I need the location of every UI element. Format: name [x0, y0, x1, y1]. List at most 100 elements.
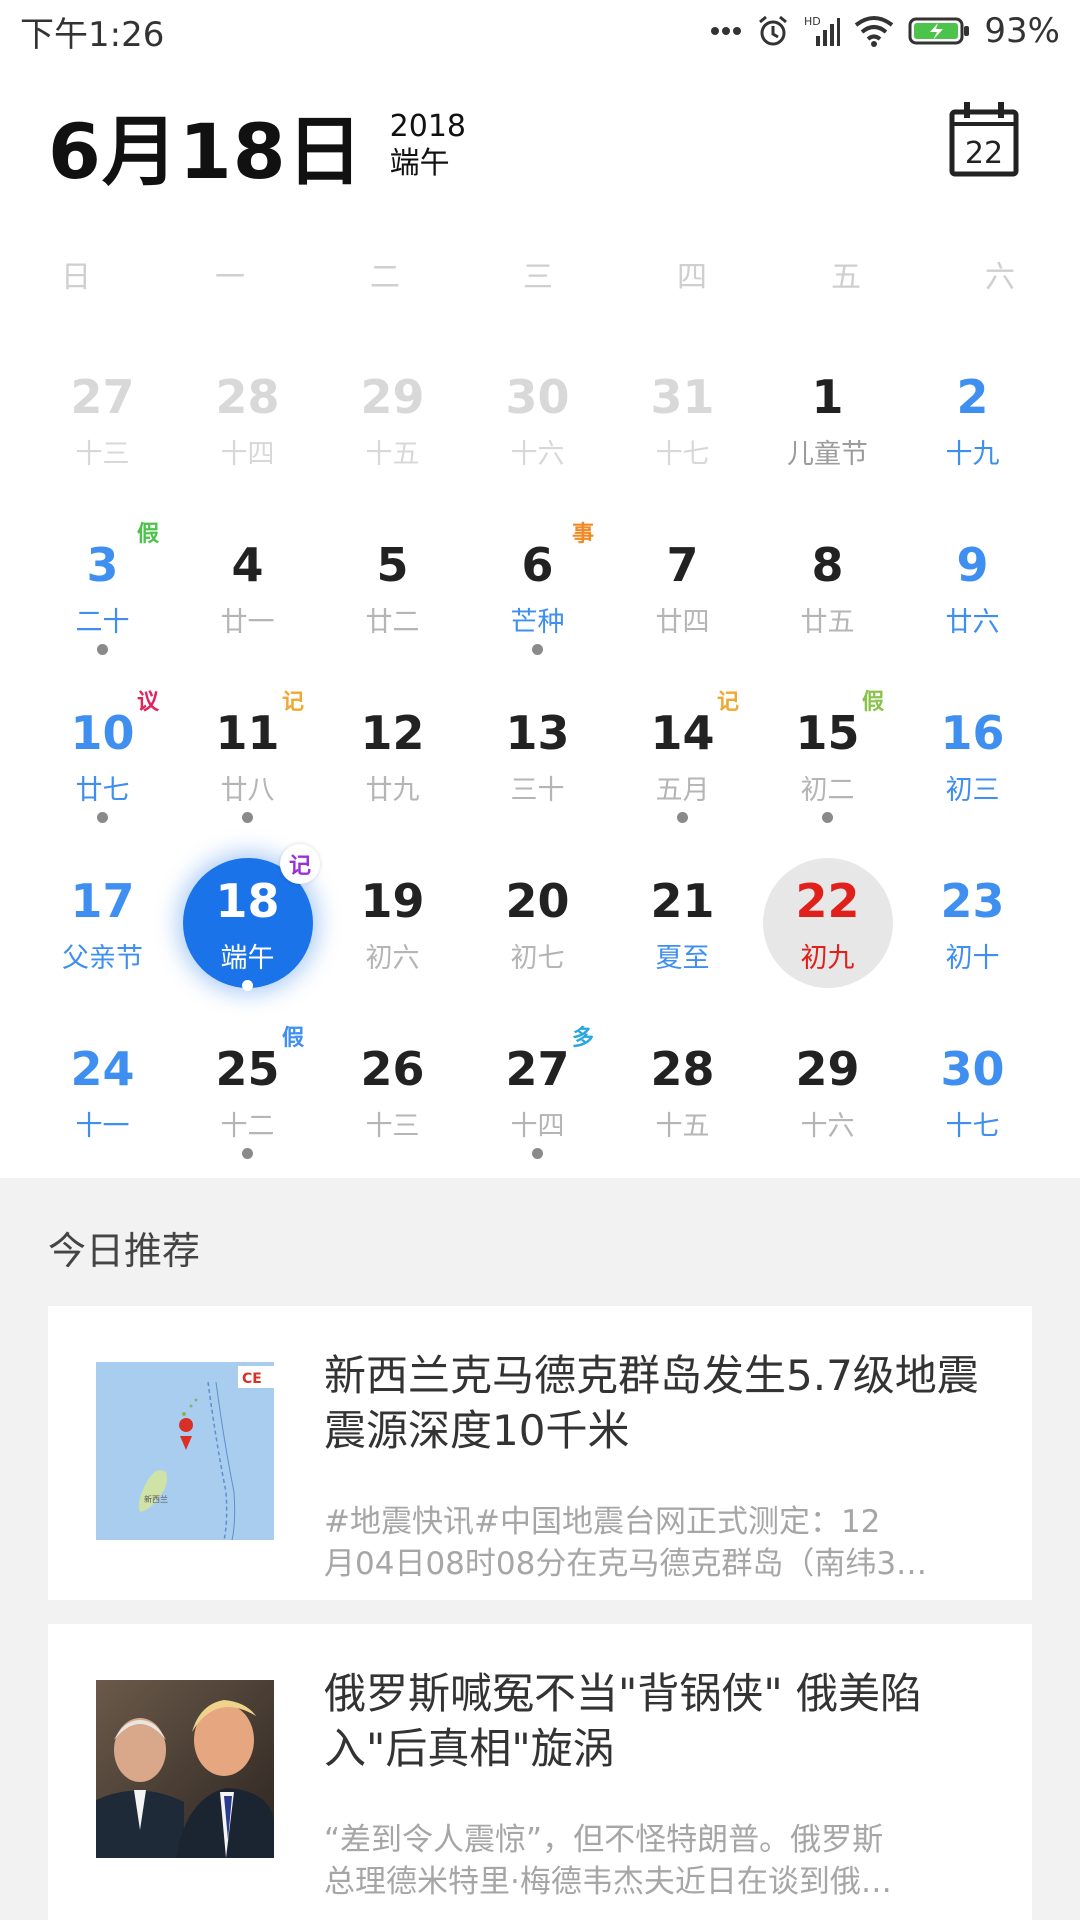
day-lunar-label: 廿八 [220, 775, 275, 806]
calendar-day-cell[interactable]: 18 端午记 [175, 834, 320, 1002]
day-lunar-label: 十四 [220, 439, 275, 470]
calendar-day-cell[interactable]: 7 廿四 [610, 498, 755, 666]
day-number: 20 [505, 874, 570, 928]
calendar-day-cell[interactable]: 27 十四多 [465, 1002, 610, 1170]
day-number: 13 [505, 706, 570, 760]
calendar-day-cell[interactable]: 13 三十 [465, 666, 610, 834]
day-number: 26 [360, 1042, 425, 1096]
calendar-day-cell[interactable]: 30 十七 [900, 1002, 1045, 1170]
day-event-badge: 假 [861, 690, 884, 715]
go-to-today-button[interactable]: 22 [948, 98, 1022, 180]
calendar-day-cell[interactable]: 23 初十 [900, 834, 1045, 1002]
day-lunar-label: 十一 [75, 1111, 130, 1142]
more-dots-icon [710, 11, 742, 51]
calendar-day-cell[interactable]: 1 儿童节 [755, 330, 900, 498]
date-header: 6月18日 2018 端午 22 [48, 90, 1032, 200]
day-event-badge: 假 [281, 1026, 304, 1051]
news-title: 新西兰克马德克群岛发生5.7级地震 震源深度10千米 [324, 1351, 979, 1456]
calendar-day-cell[interactable]: 2 十九 [900, 330, 1045, 498]
calendar-day-cell[interactable]: 11 廿八记 [175, 666, 320, 834]
day-number: 19 [360, 874, 425, 928]
calendar-day-cell[interactable]: 5 廿二 [320, 498, 465, 666]
today-button-day: 22 [965, 136, 1003, 171]
day-number: 21 [650, 874, 715, 928]
calendar-day-cell[interactable]: 24 十一 [30, 1002, 175, 1170]
recommend-title: 今日推荐 [48, 1229, 201, 1273]
day-number: 9 [956, 538, 989, 592]
news-summary-line: 总理德米特里·梅德韦杰夫近日在谈到俄… [324, 1863, 892, 1900]
day-lunar-label: 初九 [800, 943, 855, 974]
calendar-day-cell[interactable]: 29 十六 [755, 1002, 900, 1170]
day-number: 29 [360, 370, 425, 424]
calendar-day-cell[interactable]: 4 廿一 [175, 498, 320, 666]
calendar-day-cell[interactable]: 6 芒种事 [465, 498, 610, 666]
weekday-label: 三 [523, 260, 553, 295]
calendar-day-cell[interactable]: 28 十五 [610, 1002, 755, 1170]
day-lunar-label: 十二 [220, 1111, 275, 1142]
calendar-day-cell[interactable]: 14 五月记 [610, 666, 755, 834]
day-number: 5 [376, 538, 409, 592]
calendar-day-cell[interactable]: 28 十四 [175, 330, 320, 498]
calendar-day-cell[interactable]: 22 初九 [755, 834, 900, 1002]
calendar-day-cell[interactable]: 30 十六 [465, 330, 610, 498]
day-lunar-label: 十三 [75, 439, 130, 470]
battery-charging-icon [908, 11, 970, 51]
day-lunar-label: 夏至 [655, 943, 710, 974]
calendar-day-cell[interactable]: 15 初二假 [755, 666, 900, 834]
calendar-day-cell[interactable]: 25 十二假 [175, 1002, 320, 1170]
calendar-day-cell[interactable]: 17 父亲节 [30, 834, 175, 1002]
calendar-day-cell[interactable]: 21 夏至 [610, 834, 755, 1002]
weekday-label: 四 [677, 260, 707, 295]
day-number: 28 [215, 370, 280, 424]
calendar-app: 下午1:26 HD 93% 6月18日 2018 端午 22 日 一 二 三 四… [0, 0, 1080, 1920]
calendar-day-cell[interactable]: 9 廿六 [900, 498, 1045, 666]
day-number: 2 [956, 370, 989, 424]
day-number: 4 [231, 538, 264, 592]
thumb-map-caption: 新西兰 [144, 1494, 168, 1504]
day-lunar-label: 初六 [365, 943, 420, 974]
year-festival-block: 2018 端午 [390, 108, 466, 183]
event-dot-indicator [97, 812, 108, 823]
battery-percentage: 93% [984, 11, 1060, 51]
calendar-day-cell[interactable]: 12 廿九 [320, 666, 465, 834]
day-lunar-label: 十七 [655, 439, 710, 470]
day-lunar-label: 廿四 [655, 607, 710, 638]
weekday-label: 二 [370, 260, 400, 295]
calendar-day-cell[interactable]: 26 十三 [320, 1002, 465, 1170]
day-lunar-label: 廿五 [800, 607, 855, 638]
calendar-day-cell[interactable]: 3 二十假 [30, 498, 175, 666]
calendar-day-cell[interactable]: 10 廿七议 [30, 666, 175, 834]
calendar-day-cell[interactable]: 8 廿五 [755, 498, 900, 666]
weekday-label: 一 [215, 260, 245, 295]
year-label: 2018 [389, 108, 467, 144]
calendar-day-cell[interactable]: 20 初七 [465, 834, 610, 1002]
day-number: 31 [650, 370, 715, 424]
day-lunar-label: 初十 [945, 943, 1000, 974]
calendar-day-cell[interactable]: 27 十三 [30, 330, 175, 498]
weekday-label: 六 [985, 260, 1015, 295]
day-number: 16 [940, 706, 1005, 760]
calendar-day-cell[interactable]: 31 十七 [610, 330, 755, 498]
news-title: 俄罗斯喊冤不当"背锅侠" 俄美陷入"后真相"旋涡 [324, 1669, 922, 1774]
event-dot-indicator [242, 1148, 253, 1159]
weekday-header-row: 日一二三四五六 [0, 252, 1080, 302]
calendar-grid: 27 十三 28 十四 29 十五 30 十六 31 十七 1 儿童节 2 十九 3 二十假 4 廿一 5 廿二 6 芒种… [0, 330, 1080, 1170]
calendar-day-cell[interactable]: 16 初三 [900, 666, 1045, 834]
day-number: 7 [666, 538, 699, 592]
weekday-label: 五 [831, 260, 861, 295]
news-summary: #地震快讯#中国地震台网正式测定：12 月04日08时08分在克马德克群岛（南纬… [324, 1502, 984, 1586]
day-lunar-label: 芒种 [510, 607, 565, 638]
event-dot-indicator [822, 812, 833, 823]
news-card[interactable]: 俄罗斯喊冤不当"背锅侠" 俄美陷入"后真相"旋涡 “差到令人震惊”，但不怪特朗普… [48, 1624, 1032, 1920]
day-event-badge: 议 [136, 690, 159, 715]
calendar-day-cell[interactable]: 29 十五 [320, 330, 465, 498]
calendar-day-cell[interactable]: 19 初六 [320, 834, 465, 1002]
day-number: 8 [811, 538, 844, 592]
alarm-icon [756, 11, 790, 51]
news-card[interactable]: CE 新西兰 新西兰克马德克群岛发生5.7级地震 震源深度10千米 #地震快讯#… [48, 1306, 1032, 1600]
day-lunar-label: 父亲节 [62, 943, 143, 974]
day-number: 30 [505, 370, 570, 424]
news-summary-line: #地震快讯#中国地震台网正式测定：12 [324, 1504, 881, 1540]
day-lunar-label: 十七 [945, 1111, 1000, 1142]
selected-date-title: 6月18日 [48, 107, 364, 196]
